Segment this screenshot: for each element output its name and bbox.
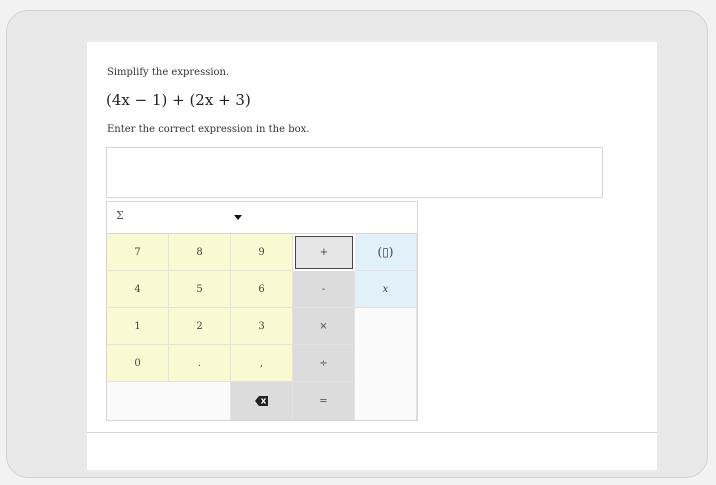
key-0[interactable]: 0 bbox=[107, 345, 169, 382]
key-6[interactable]: 6 bbox=[231, 271, 293, 308]
question-card: Simplify the expression. (4x − 1) + (2x … bbox=[87, 42, 657, 470]
keypad-header[interactable]: Σ bbox=[107, 202, 417, 234]
key-divide[interactable]: ÷ bbox=[293, 345, 355, 382]
key-5[interactable]: 5 bbox=[169, 271, 231, 308]
key-equals[interactable]: = bbox=[293, 382, 355, 420]
question-expression: (4x − 1) + (2x + 3) bbox=[106, 91, 251, 109]
key-3[interactable]: 3 bbox=[231, 308, 293, 345]
key-variable-x[interactable]: x bbox=[355, 271, 417, 308]
key-4[interactable]: 4 bbox=[107, 271, 169, 308]
key-backspace[interactable] bbox=[231, 382, 293, 420]
key-plus[interactable]: + bbox=[295, 236, 353, 269]
key-times[interactable]: × bbox=[293, 308, 355, 345]
key-9[interactable]: 9 bbox=[231, 234, 293, 271]
key-decimal[interactable]: . bbox=[169, 345, 231, 382]
key-minus[interactable]: - bbox=[293, 271, 355, 308]
question-prompt: Simplify the expression. bbox=[107, 67, 230, 78]
backspace-icon bbox=[255, 396, 268, 406]
math-keypad: Σ 7 8 9 + (▯) 4 5 6 - x 1 2 3 × 0 . , ÷ … bbox=[106, 201, 418, 421]
caret-down-icon[interactable] bbox=[234, 215, 242, 220]
key-comma[interactable]: , bbox=[231, 345, 293, 382]
question-instruction: Enter the correct expression in the box. bbox=[107, 124, 310, 135]
bottom-divider bbox=[87, 432, 657, 433]
key-8[interactable]: 8 bbox=[169, 234, 231, 271]
key-2[interactable]: 2 bbox=[169, 308, 231, 345]
keypad-empty-slot bbox=[355, 308, 417, 420]
answer-input[interactable] bbox=[106, 147, 603, 198]
key-1[interactable]: 1 bbox=[107, 308, 169, 345]
device-frame: Simplify the expression. (4x − 1) + (2x … bbox=[6, 10, 708, 478]
key-7[interactable]: 7 bbox=[107, 234, 169, 271]
key-parentheses[interactable]: (▯) bbox=[355, 234, 417, 271]
sigma-icon[interactable]: Σ bbox=[116, 209, 124, 222]
keypad-empty-slot bbox=[107, 382, 231, 420]
